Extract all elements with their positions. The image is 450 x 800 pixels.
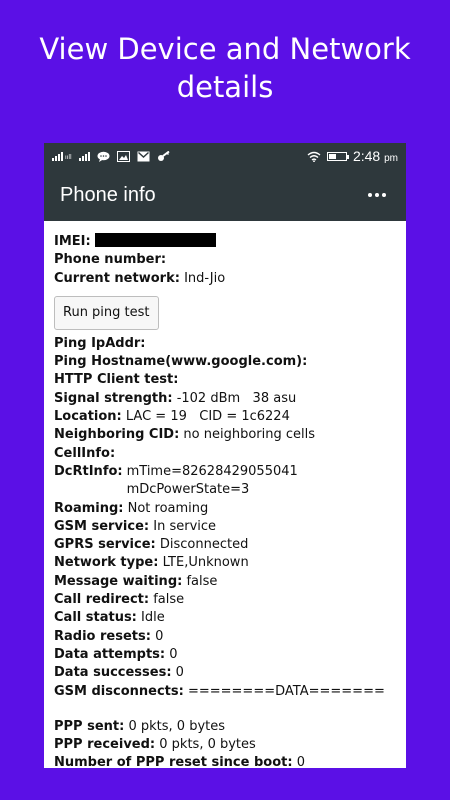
- dcrtinfo-line-2: mDcPowerState=3: [126, 482, 250, 498]
- message-waiting-label: Message waiting:: [54, 573, 183, 589]
- clock-ampm: pm: [384, 153, 398, 164]
- http-client-label: HTTP Client test:: [54, 372, 179, 388]
- signal-strength-row: Signal strength: -102 dBm 38 asu: [54, 390, 396, 408]
- message-icon: [97, 151, 110, 162]
- radio-resets-value: 0: [155, 628, 164, 644]
- data-successes-label: Data successes:: [54, 665, 172, 681]
- gsm-service-label: GSM service:: [54, 518, 150, 534]
- gsm-disconnects-value: ========DATA=======: [187, 683, 385, 699]
- imei-label: IMEI:: [54, 234, 91, 249]
- app-title: Phone info: [60, 183, 156, 206]
- data-attempts-label: Data attempts:: [54, 646, 166, 662]
- signal-strength-value: -102 dBm 38 asu: [176, 390, 297, 406]
- image-icon: [116, 150, 130, 162]
- neighboring-cid-label: Neighboring CID:: [54, 427, 180, 443]
- data-successes-value: 0: [175, 665, 184, 681]
- neighboring-cid-value: no neighboring cells: [183, 427, 316, 443]
- promo-line-2: details: [176, 70, 274, 104]
- imei-row: IMEI:: [54, 233, 396, 251]
- roaming-row: Roaming: Not roaming: [54, 500, 396, 518]
- current-network-value: Ind-Jio: [184, 270, 226, 286]
- signal-icon: ııll: [52, 151, 72, 161]
- status-time: 2:48 pm: [353, 148, 398, 164]
- battery-icon: [326, 151, 349, 161]
- dcrtinfo-row: DcRtInfo: mTime=82628429055041 mDcPowerS…: [54, 463, 396, 500]
- wifi-icon: [307, 151, 321, 162]
- imei-redaction: [94, 233, 216, 247]
- status-bar: ııll 2:48 pm: [44, 143, 406, 169]
- network-type-value: LTE,Unknown: [162, 555, 249, 571]
- ppp-reset-label: Number of PPP reset since boot:: [54, 755, 293, 768]
- ppp-received-value: 0 pkts, 0 bytes: [159, 737, 256, 753]
- app-bar: Phone info: [44, 169, 406, 221]
- current-network-label: Current network:: [54, 270, 180, 286]
- run-ping-test-button[interactable]: Run ping test: [54, 295, 159, 330]
- data-successes-row: Data successes: 0: [54, 664, 396, 682]
- current-network-row: Current network: Ind-Jio: [54, 270, 396, 288]
- status-right: 2:48 pm: [307, 148, 398, 164]
- gprs-service-label: GPRS service:: [54, 537, 156, 553]
- call-redirect-label: Call redirect:: [54, 592, 150, 608]
- neighboring-cid-row: Neighboring CID: no neighboring cells: [54, 426, 396, 444]
- gprs-service-value: Disconnected: [159, 537, 249, 553]
- radio-resets-label: Radio resets:: [54, 628, 151, 644]
- cellinfo-label: CellInfo:: [54, 445, 116, 461]
- roaming-label: Roaming:: [54, 500, 124, 516]
- status-left: ııll: [52, 150, 170, 162]
- ppp-reset-row: Number of PPP reset since boot: 0: [54, 754, 396, 768]
- ppp-received-row: PPP received: 0 pkts, 0 bytes: [54, 736, 396, 754]
- message-waiting-row: Message waiting: false: [54, 573, 396, 591]
- phone-info-list: IMEI: Phone number: Current network: Ind…: [44, 221, 406, 768]
- ping-ipaddr-row: Ping IpAddr:: [54, 335, 396, 353]
- ping-hostname-row: Ping Hostname(www.google.com):: [54, 353, 396, 371]
- call-redirect-value: false: [153, 592, 185, 608]
- roaming-value: Not roaming: [127, 500, 209, 516]
- promo-heading: View Device and Network details: [0, 30, 450, 106]
- dcrtinfo-value: mTime=82628429055041 mDcPowerState=3: [127, 463, 298, 500]
- gsm-disconnects-label: GSM disconnects:: [54, 683, 184, 699]
- dcrtinfo-label: DcRtInfo:: [54, 463, 123, 479]
- call-redirect-row: Call redirect: false: [54, 591, 396, 609]
- ppp-sent-label: PPP sent:: [54, 718, 125, 734]
- gsm-disconnects-row: GSM disconnects: ========DATA=======: [54, 683, 396, 701]
- location-value: LAC = 19 CID = 1c6224: [125, 409, 290, 425]
- data-attempts-row: Data attempts: 0: [54, 646, 396, 664]
- call-status-label: Call status:: [54, 610, 137, 626]
- location-label: Location:: [54, 409, 122, 425]
- ppp-sent-value: 0 pkts, 0 bytes: [128, 718, 226, 734]
- gprs-service-row: GPRS service: Disconnected: [54, 536, 396, 554]
- overflow-menu-icon[interactable]: [364, 187, 390, 203]
- gmail-icon: [137, 151, 150, 161]
- signal-icon: [78, 151, 90, 161]
- phone-number-label: Phone number:: [54, 252, 167, 268]
- phone-screen: ııll 2:48 pm Phone info IMEI: Phone numb…: [44, 143, 406, 768]
- ping-hostname-label: Ping Hostname(www.google.com):: [54, 354, 308, 370]
- http-client-row: HTTP Client test:: [54, 371, 396, 389]
- dcrtinfo-line-1: mTime=82628429055041: [126, 463, 298, 479]
- phone-number-row: Phone number:: [54, 251, 396, 269]
- promo-line-1: View Device and Network: [39, 32, 411, 66]
- location-row: Location: LAC = 19 CID = 1c6224: [54, 408, 396, 426]
- network-type-row: Network type: LTE,Unknown: [54, 554, 396, 572]
- clock-time: 2:48: [352, 148, 381, 164]
- ppp-sent-row: PPP sent: 0 pkts, 0 bytes: [54, 718, 396, 736]
- ppp-reset-value: 0: [296, 755, 305, 768]
- ppp-received-label: PPP received:: [54, 737, 156, 753]
- radio-resets-row: Radio resets: 0: [54, 628, 396, 646]
- signal-strength-label: Signal strength:: [54, 390, 173, 406]
- data-attempts-value: 0: [169, 646, 178, 662]
- ping-ipaddr-label: Ping IpAddr:: [54, 335, 146, 351]
- vpn-key-icon: [157, 150, 170, 161]
- gsm-service-value: In service: [153, 518, 217, 534]
- call-status-row: Call status: Idle: [54, 609, 396, 627]
- message-waiting-value: false: [186, 573, 218, 589]
- gsm-service-row: GSM service: In service: [54, 518, 396, 536]
- cellinfo-row: CellInfo:: [54, 445, 396, 463]
- call-status-value: Idle: [141, 610, 165, 626]
- network-type-label: Network type:: [54, 555, 159, 571]
